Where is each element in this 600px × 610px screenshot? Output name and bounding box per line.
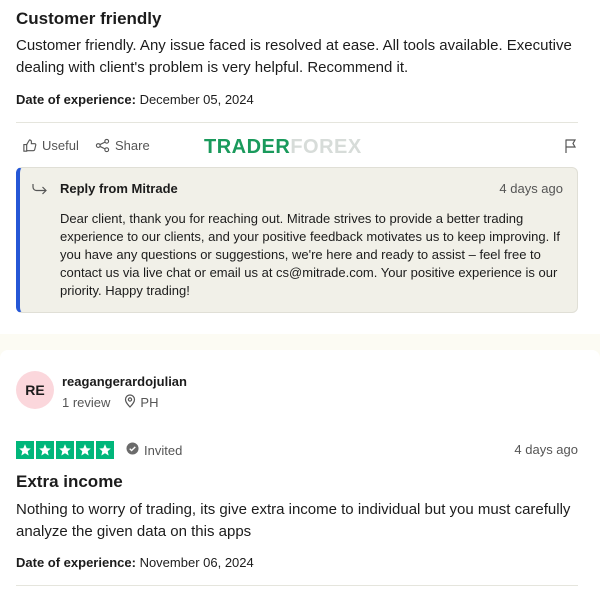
- reviewer-country: PH: [140, 395, 159, 410]
- review-title: Extra income: [16, 472, 123, 491]
- watermark-logo: TRADERFOREX: [204, 136, 362, 159]
- date-of-experience-label: Date of experience:: [16, 555, 136, 570]
- share-label: Share: [115, 138, 150, 153]
- reply-date: 4 days ago: [499, 181, 563, 196]
- share-icon: [95, 138, 110, 153]
- date-of-experience: Date of experience: November 06, 2024: [16, 555, 254, 570]
- invited-badge[interactable]: Invited: [126, 442, 182, 458]
- review-body: Nothing to worry of trading, its give ex…: [16, 501, 571, 540]
- invited-label: Invited: [144, 442, 183, 458]
- reviewer-name[interactable]: reagangerardojulian: [62, 374, 187, 389]
- reply-text: Dear client, thank you for reaching out.…: [60, 211, 561, 298]
- check-circle-icon: [126, 442, 139, 458]
- useful-label: Useful: [42, 138, 79, 153]
- star-icon: [36, 441, 54, 459]
- divider: [16, 122, 578, 123]
- share-button[interactable]: Share: [95, 138, 150, 153]
- location-pin-icon: [124, 394, 136, 411]
- star-icon: [56, 441, 74, 459]
- review-title: Customer friendly: [16, 9, 162, 28]
- review-count: 1 review: [62, 395, 111, 410]
- review-card: Customer friendly Customer friendly. Any…: [0, 0, 600, 334]
- report-flag-button[interactable]: [564, 138, 578, 154]
- date-of-experience-label: Date of experience:: [16, 92, 136, 107]
- useful-button[interactable]: Useful: [22, 138, 79, 153]
- reviewer-meta: 1 review PH: [62, 394, 158, 411]
- date-of-experience: Date of experience: December 05, 2024: [16, 92, 254, 107]
- avatar[interactable]: RE: [16, 371, 54, 409]
- reply-from: Reply from Mitrade: [60, 181, 178, 196]
- review-body: Customer friendly. Any issue faced is re…: [16, 37, 572, 76]
- star-icon: [76, 441, 94, 459]
- star-icon: [96, 441, 114, 459]
- review-date: 4 days ago: [514, 442, 578, 457]
- flag-icon: [564, 138, 578, 154]
- date-of-experience-value: December 05, 2024: [139, 92, 254, 107]
- star-icon: [16, 441, 34, 459]
- watermark-part1: TRADER: [204, 136, 291, 158]
- date-of-experience-value: November 06, 2024: [139, 555, 254, 570]
- thumbs-up-icon: [22, 138, 37, 153]
- divider: [16, 585, 578, 586]
- company-reply: Reply from Mitrade 4 days ago Dear clien…: [16, 167, 578, 313]
- watermark-part2: FOREX: [290, 136, 362, 158]
- star-rating: [16, 441, 114, 459]
- reply-arrow-icon: [32, 182, 48, 201]
